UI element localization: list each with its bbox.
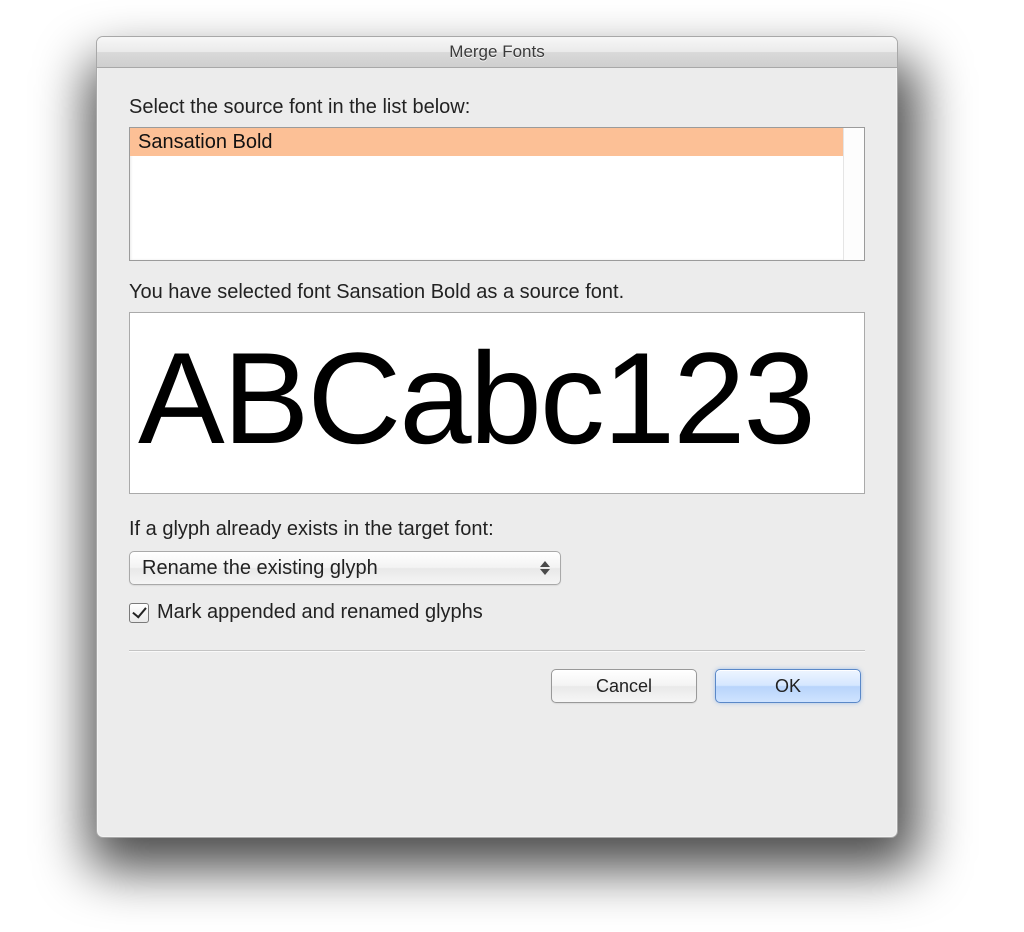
select-stepper-icon xyxy=(540,557,554,579)
titlebar: Merge Fonts xyxy=(97,37,897,68)
source-font-label: Select the source font in the list below… xyxy=(129,96,865,119)
mark-glyphs-row: Mark appended and renamed glyphs xyxy=(129,601,865,624)
selection-status-text: You have selected font Sansation Bold as… xyxy=(129,281,865,304)
cancel-button[interactable]: Cancel xyxy=(551,669,697,703)
merge-fonts-dialog: Merge Fonts Select the source font in th… xyxy=(96,36,898,838)
conflict-label: If a glyph already exists in the target … xyxy=(129,518,865,541)
font-preview-glyphs: ABCabc123 xyxy=(138,323,858,483)
button-row: Cancel OK xyxy=(129,669,861,703)
conflict-action-select[interactable]: Rename the existing glyph xyxy=(129,551,561,585)
mark-glyphs-label: Mark appended and renamed glyphs xyxy=(157,601,483,624)
button-divider xyxy=(129,650,865,651)
source-font-list-item[interactable]: Sansation Bold xyxy=(130,128,864,156)
cancel-button-label: Cancel xyxy=(596,676,652,697)
source-font-listbox[interactable]: Sansation Bold xyxy=(129,127,865,261)
ok-button-label: OK xyxy=(775,676,801,697)
conflict-action-selected-value: Rename the existing glyph xyxy=(142,552,378,584)
listbox-scrollbar[interactable] xyxy=(843,128,864,260)
mark-glyphs-checkbox[interactable] xyxy=(129,603,149,623)
window-title: Merge Fonts xyxy=(449,42,544,61)
svg-text:ABCabc123: ABCabc123 xyxy=(138,325,814,471)
dialog-content: Select the source font in the list below… xyxy=(97,68,897,838)
ok-button[interactable]: OK xyxy=(715,669,861,703)
font-preview-box: ABCabc123 xyxy=(129,312,865,494)
